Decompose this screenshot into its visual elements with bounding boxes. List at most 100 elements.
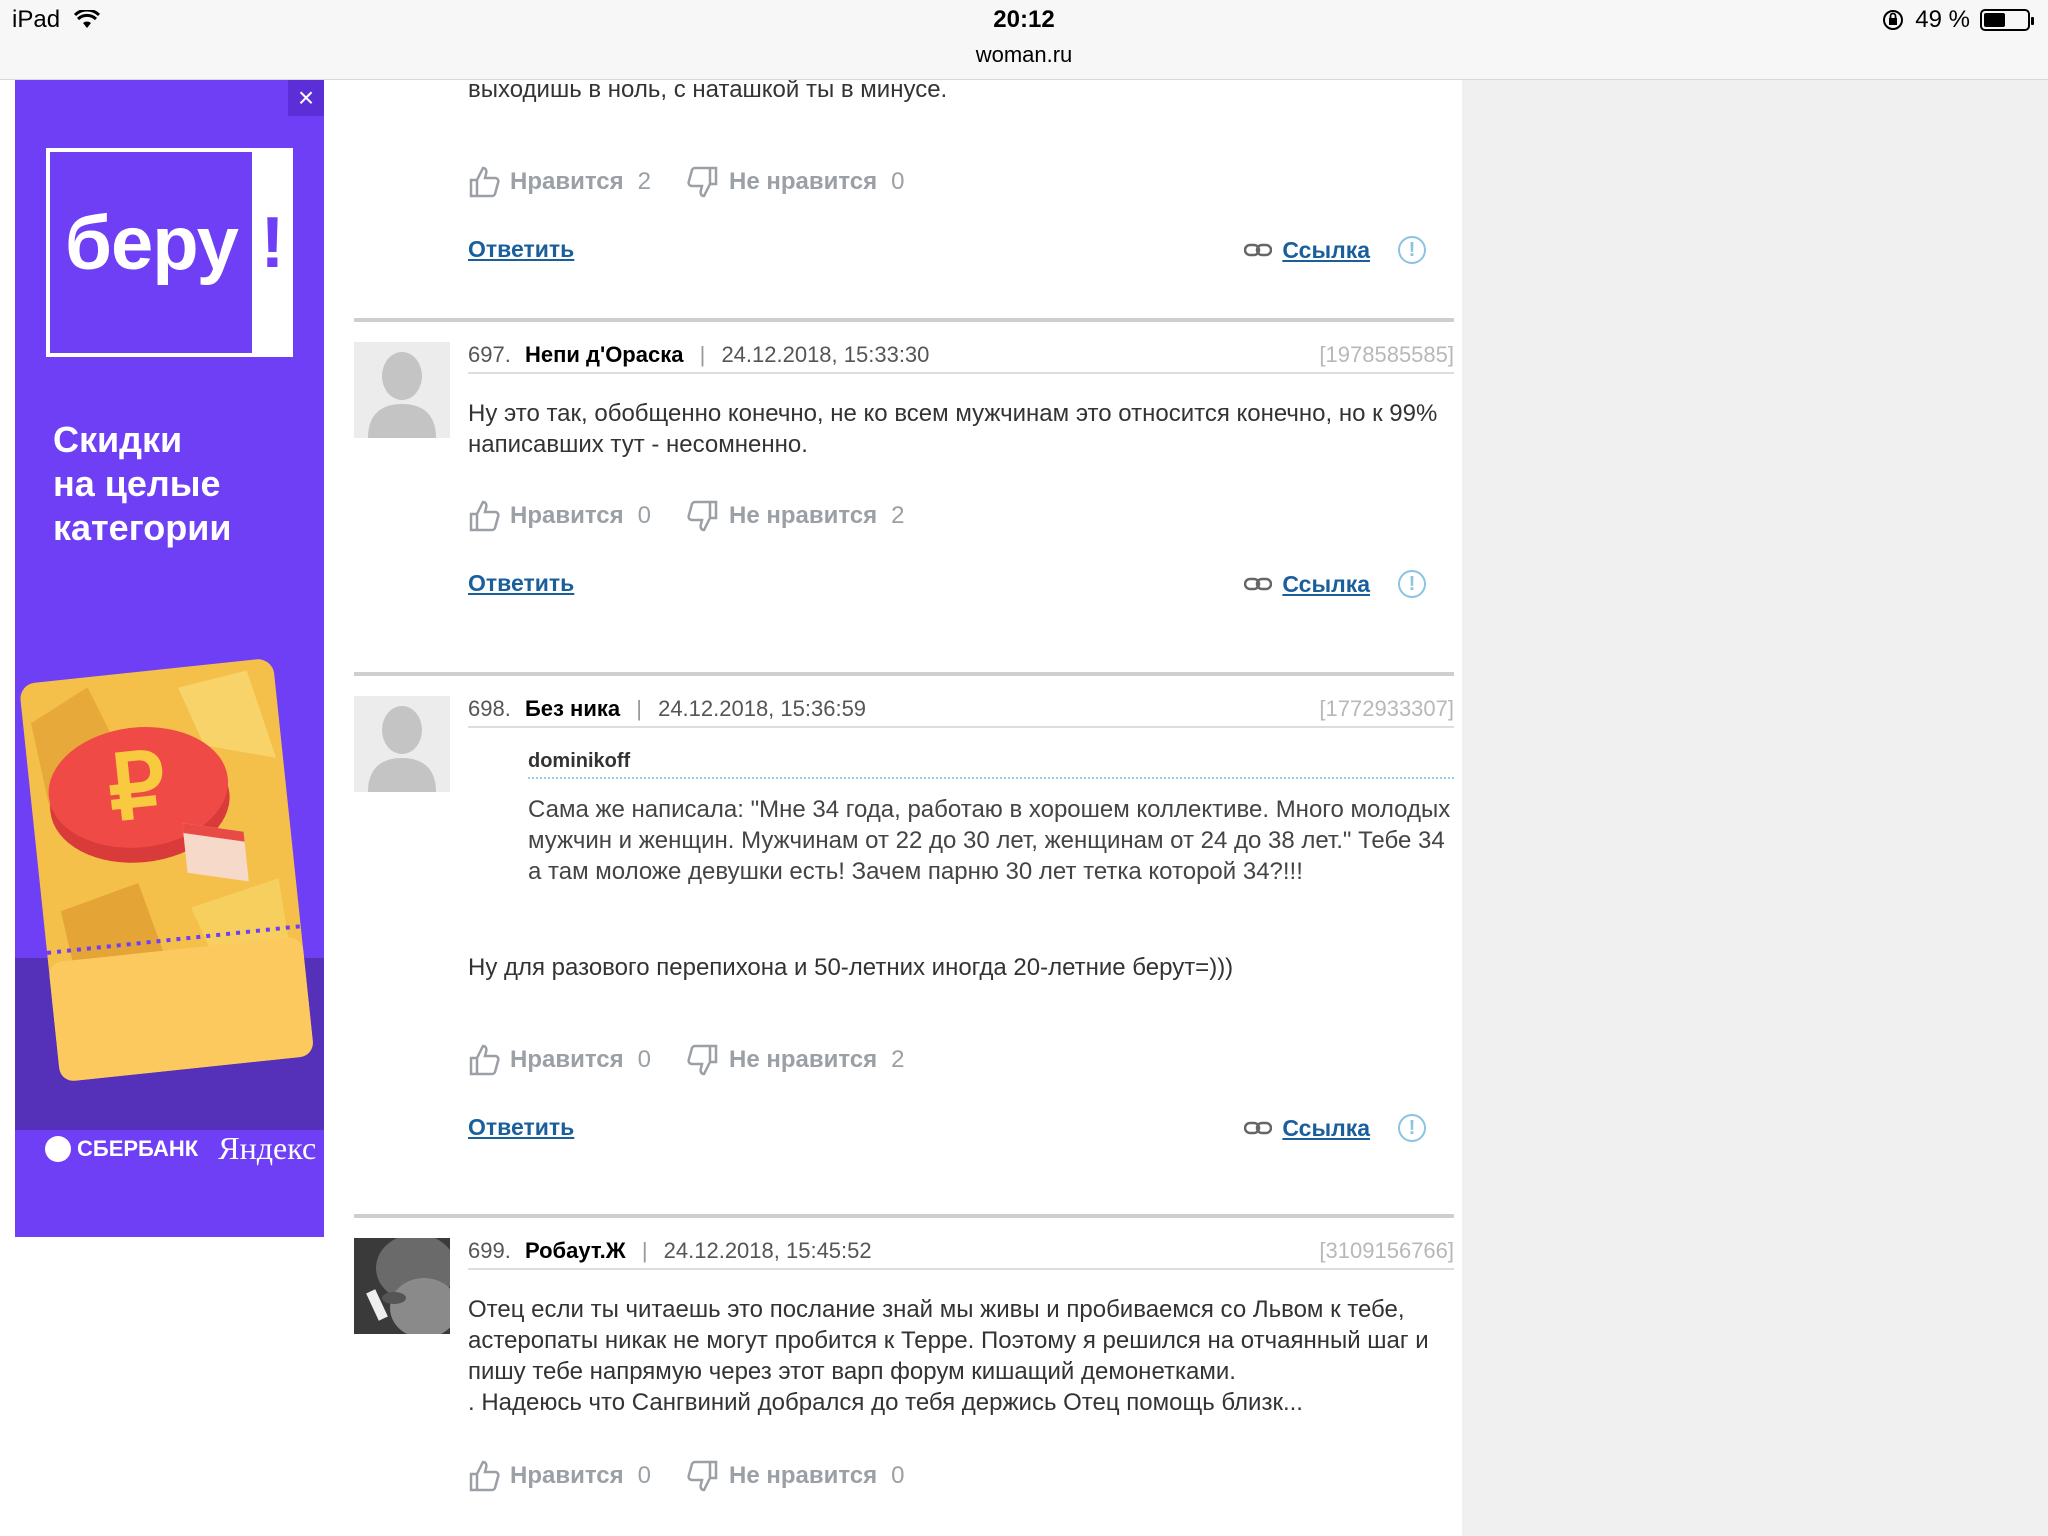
dislike-button[interactable]: Не нравится 0 [687, 165, 905, 199]
avatar[interactable] [354, 1238, 450, 1334]
page-background-right [1462, 80, 2048, 1536]
avatar[interactable] [354, 342, 450, 438]
comment-separator [354, 672, 1454, 676]
comment-text: Ну для разового перепихона и 50-летних и… [468, 954, 1234, 981]
thumbs-down-icon [687, 1460, 718, 1492]
comment-author[interactable]: Непи д'Ораска [525, 342, 684, 367]
vote-row: Нравится 0 Не нравится 0 [468, 1456, 941, 1496]
dislike-count: 0 [891, 168, 905, 195]
comment-actions: Ответить Ссылка ! [468, 1114, 1454, 1144]
report-icon[interactable]: ! [1398, 570, 1426, 598]
quote-author: dominikoff [528, 750, 1454, 779]
dislike-count: 2 [891, 1046, 905, 1073]
chain-link-icon [1244, 243, 1273, 257]
like-button[interactable]: Нравится 0 [468, 1459, 651, 1493]
ad-sponsors: СБЕРБАНК Яндекс [45, 1130, 316, 1167]
comment-text: выходишь в ноль, с наташкой ты в минусе. [468, 80, 948, 103]
reply-link[interactable]: Ответить [468, 236, 574, 263]
battery-level [1984, 13, 2005, 27]
clock: 20:12 [993, 6, 1055, 33]
comment-header: 698. Без ника | 24.12.2018, 15:36:59 [17… [468, 696, 1454, 728]
comment-text: Отец если ты читаешь это послание знай м… [468, 1296, 1429, 1416]
permalink-group: Ссылка ! [1244, 236, 1426, 264]
thumbs-up-icon [469, 1460, 500, 1492]
thumbs-down-icon [687, 500, 718, 532]
ad-slogan: Скидки на целые категории [53, 418, 231, 550]
like-button[interactable]: Нравится 2 [468, 165, 651, 199]
thumbs-down-icon [687, 166, 718, 198]
chain-link-icon [1244, 577, 1273, 591]
thumbs-down-icon [687, 1044, 718, 1076]
thumbs-up-icon [469, 166, 500, 198]
like-count: 0 [637, 1462, 651, 1489]
battery-percent: 49 % [1915, 6, 1970, 33]
battery-icon [1980, 9, 2034, 31]
permalink[interactable]: Ссылка [1282, 1115, 1370, 1142]
ad-close-button[interactable]: × [288, 80, 324, 116]
thumbs-up-icon [469, 500, 500, 532]
ad-slogan-line: Скидки [53, 419, 183, 460]
comment-header: 697. Непи д'Ораска | 24.12.2018, 15:33:3… [468, 342, 1454, 374]
dislike-count: 2 [891, 502, 905, 529]
vote-row: Нравится 0 Не нравится 2 [468, 1040, 941, 1080]
header-divider: | [699, 342, 706, 367]
permalink[interactable]: Ссылка [1282, 237, 1370, 264]
comment-id: [1978585585] [1319, 342, 1454, 367]
comment-separator [354, 1214, 1454, 1218]
ad-slogan-line: категории [53, 507, 232, 548]
quote-text: Сама же написала: "Мне 34 года, работаю … [528, 796, 1451, 885]
comment-number: 699. [468, 1238, 511, 1263]
report-icon[interactable]: ! [1398, 236, 1426, 264]
permalink[interactable]: Ссылка [1282, 571, 1370, 598]
dislike-button[interactable]: Не нравится 0 [687, 1459, 905, 1493]
permalink-group: Ссылка ! [1244, 570, 1426, 598]
ad-illustration: ₽ [15, 659, 324, 1130]
comments-column: выходишь в ноль, с наташкой ты в минусе.… [354, 80, 1454, 1536]
comment-author[interactable]: Робаут.Ж [525, 1238, 626, 1263]
sberbank-logo-icon [45, 1135, 71, 1162]
comment-header: 699. Робаут.Ж | 24.12.2018, 15:45:52 [31… [468, 1238, 1454, 1270]
ad-sponsor-yandex: Яндекс [218, 1130, 317, 1166]
status-bar: iPad 20:12 woman.ru 49 % [0, 0, 2048, 80]
dislike-count: 0 [891, 1462, 905, 1489]
comment-id: [3109156766] [1319, 1238, 1454, 1263]
header-divider: | [636, 696, 642, 721]
comment-id: [1772933307] [1319, 696, 1454, 721]
status-right: 49 % [1881, 6, 2034, 34]
permalink-group: Ссылка ! [1244, 1114, 1426, 1142]
svg-text:₽: ₽ [103, 735, 170, 840]
user-photo-avatar [354, 1238, 450, 1334]
dislike-button[interactable]: Не нравится 2 [687, 499, 905, 533]
comment-separator [354, 318, 1454, 322]
rotation-lock-icon [1883, 10, 1904, 30]
ad-logo-text: беру [65, 201, 239, 286]
comment-actions: Ответить Ссылка ! [468, 570, 1454, 600]
vote-row: Нравится 0 Не нравится 2 [468, 496, 941, 536]
ad-logo-mark: ! [252, 148, 293, 357]
comment-text: Ну это так, обобщенно конечно, не ко все… [468, 400, 1438, 458]
avatar[interactable] [354, 696, 450, 792]
comment-date: 24.12.2018, 15:33:30 [721, 342, 930, 367]
like-count: 0 [637, 1046, 651, 1073]
ad-slogan-line: на целые [53, 463, 221, 504]
report-icon[interactable]: ! [1398, 1114, 1426, 1142]
like-button[interactable]: Нравится 0 [468, 499, 651, 533]
header-divider: | [641, 1238, 648, 1263]
reply-link[interactable]: Ответить [468, 570, 574, 597]
vote-row: Нравится 2 Не нравится 0 [468, 162, 941, 202]
reply-link[interactable]: Ответить [468, 1114, 574, 1141]
thumbs-up-icon [469, 1044, 500, 1076]
dislike-button[interactable]: Не нравится 2 [687, 1043, 905, 1077]
advertisement-banner[interactable]: × ! беру Скидки на целые категории ₽ СБЕ… [15, 80, 324, 1237]
address-bar-url[interactable]: woman.ru [0, 42, 2048, 68]
comment-number: 698. [468, 696, 511, 721]
comment-number: 697. [468, 342, 511, 367]
like-count: 2 [637, 168, 651, 195]
comment-date: 24.12.2018, 15:36:59 [658, 696, 867, 721]
default-avatar-icon [354, 342, 450, 438]
default-avatar-icon [354, 696, 450, 792]
comment-author[interactable]: Без ника [525, 696, 620, 721]
like-count: 0 [637, 502, 651, 529]
comment-actions: Ответить Ссылка ! [468, 236, 1454, 266]
like-button[interactable]: Нравится 0 [468, 1043, 651, 1077]
